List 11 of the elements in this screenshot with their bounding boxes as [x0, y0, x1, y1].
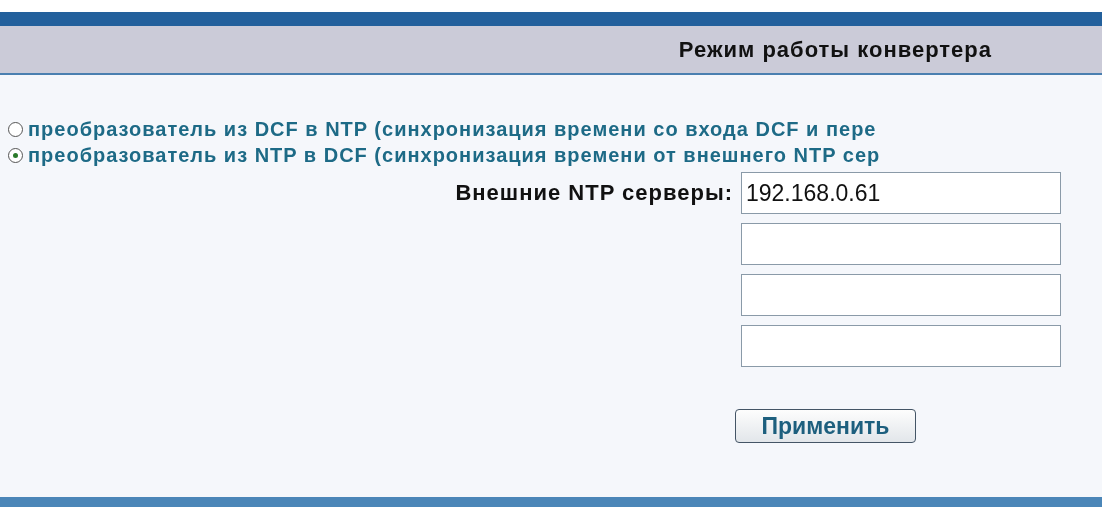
- apply-button[interactable]: Применить: [735, 409, 916, 443]
- radio-label: преобразователь из DCF в NTP (синхронизация времени со входа DCF и пере: [28, 117, 877, 141]
- radio-button[interactable]: [8, 121, 23, 137]
- input-field[interactable]: 192.168.0.61: [741, 172, 1061, 214]
- radio-button[interactable]: [8, 147, 23, 163]
- field-label: Внешние NTP серверы:: [454, 180, 734, 206]
- radio-label: преобразователь из NTP в DCF (синхронизация времени от внешнего NTP сер: [28, 143, 881, 167]
- input-field[interactable]: [741, 223, 1061, 265]
- section-title: Режим работы конвертера: [678, 36, 992, 63]
- input-field[interactable]: [741, 325, 1061, 367]
- input-field[interactable]: [741, 274, 1061, 316]
